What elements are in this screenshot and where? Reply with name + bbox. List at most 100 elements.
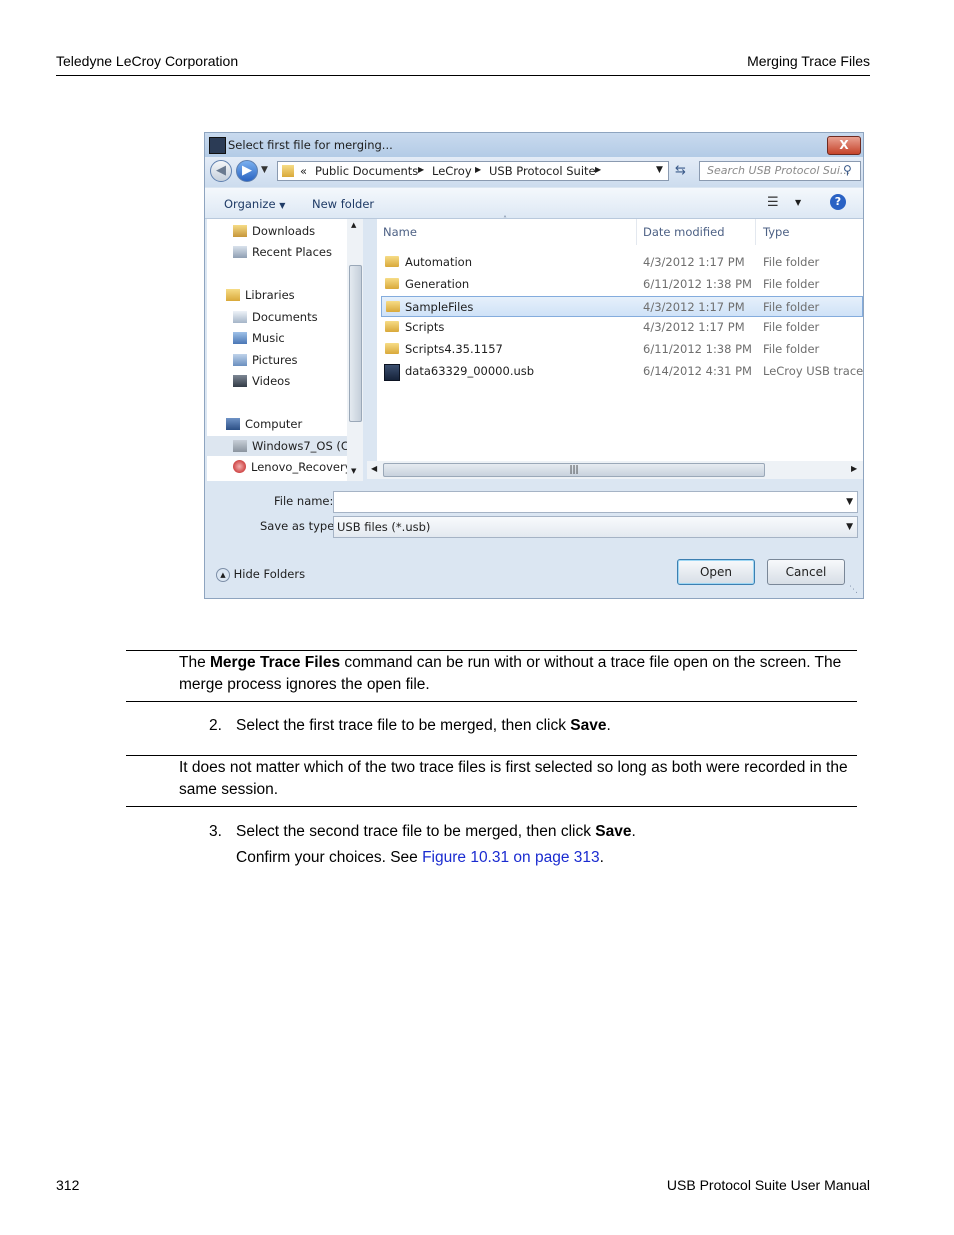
nav-item-label: Computer — [245, 417, 303, 431]
column-header-name[interactable]: Name — [383, 219, 417, 245]
hide-folders-toggle[interactable]: ▲ Hide Folders — [216, 567, 305, 582]
open-button[interactable]: Open — [677, 559, 755, 585]
nav-item-label: Windows7_OS (C: — [252, 439, 353, 453]
nav-item-label: Pictures — [252, 353, 298, 367]
view-dropdown-icon[interactable]: ▼ — [795, 198, 801, 207]
nav-item-pictures[interactable]: Pictures — [233, 350, 298, 370]
folder-icon — [386, 297, 400, 318]
file-date: 6/11/2012 1:38 PM — [643, 277, 752, 291]
note-session: It does not matter which of the two trac… — [179, 759, 848, 798]
step-text-pre: Select the second trace file to be merge… — [236, 823, 596, 840]
nav-item-computer[interactable]: Computer — [226, 414, 302, 434]
nav-vertical-scrollbar[interactable]: ▲ ▼ — [347, 219, 363, 481]
file-row[interactable]: Scripts 4/3/2012 1:17 PM File folder — [377, 317, 863, 338]
scroll-thumb[interactable] — [349, 265, 362, 422]
file-row[interactable]: Scripts4.35.1157 6/11/2012 1:38 PM File … — [377, 339, 863, 360]
file-type: File folder — [763, 320, 820, 334]
step-text-pre: Select the first trace file to be merged… — [236, 717, 571, 734]
file-row[interactable]: Automation 4/3/2012 1:17 PM File folder — [377, 252, 863, 273]
music-icon — [233, 332, 247, 344]
note-text-pre: The — [179, 654, 211, 671]
nav-item-label: Recent Places — [252, 245, 332, 259]
step-bold: Save — [595, 823, 632, 840]
file-list: ˄ Name Date modified Type Automation 4/3… — [377, 215, 863, 461]
breadcrumb-separator-icon: ▶ — [595, 165, 602, 174]
breadcrumb-public-documents[interactable]: Public Documents — [315, 164, 418, 178]
file-name: data63329_00000.usb — [405, 364, 535, 378]
address-dropdown-icon[interactable]: ▼ — [656, 165, 663, 175]
note-command-name: Merge Trace Files — [210, 654, 341, 671]
folder-icon — [385, 252, 399, 273]
app-icon — [209, 137, 226, 154]
chevron-up-icon: ▲ — [216, 568, 230, 582]
column-header-type[interactable]: Type — [763, 219, 789, 245]
nav-item-music[interactable]: Music — [233, 328, 285, 348]
breadcrumb-usb-protocol-suite[interactable]: USB Protocol Suite — [489, 164, 596, 178]
breadcrumb-separator-icon: ▶ — [475, 165, 482, 174]
breadcrumb-lecroy[interactable]: LeCroy — [432, 164, 472, 178]
folder-icon — [385, 317, 399, 338]
file-date: 6/11/2012 1:38 PM — [643, 342, 752, 356]
cancel-button[interactable]: Cancel — [767, 559, 845, 585]
header-rule — [56, 75, 870, 76]
help-icon[interactable]: ? — [830, 194, 846, 210]
step-2: 2. Select the first trace file to be merg… — [209, 715, 859, 737]
scroll-left-icon[interactable]: ◀ — [371, 464, 377, 473]
nav-item-lenovo-recovery[interactable]: Lenovo_Recovery — [233, 457, 352, 477]
file-type: LeCroy USB trace f... — [763, 364, 863, 378]
close-button[interactable]: X — [827, 136, 861, 155]
scroll-up-icon[interactable]: ▲ — [351, 221, 356, 229]
figure-link[interactable]: Figure 10.31 on page 313 — [422, 849, 600, 866]
scroll-down-icon[interactable]: ▼ — [351, 467, 356, 475]
nav-item-label: Downloads — [252, 224, 316, 238]
file-row[interactable]: data63329_00000.usb 6/14/2012 4:31 PM Le… — [377, 361, 863, 382]
nav-item-downloads[interactable]: Downloads — [233, 221, 315, 241]
column-header-date-modified[interactable]: Date modified — [643, 219, 725, 245]
confirm-paragraph: Confirm your choices. See Figure 10.31 o… — [236, 847, 856, 869]
confirm-text-pre: Confirm your choices. See — [236, 849, 423, 866]
step-number: 2. — [209, 717, 222, 734]
nav-item-recent-places[interactable]: Recent Places — [233, 242, 332, 262]
file-row-selected[interactable]: SampleFiles 4/3/2012 1:17 PM File folder — [381, 296, 863, 317]
new-folder-button[interactable]: New folder — [312, 197, 374, 211]
nav-item-libraries[interactable]: Libraries — [226, 285, 295, 305]
organize-button[interactable]: Organize ▼ — [224, 197, 285, 211]
scroll-right-icon[interactable]: ▶ — [851, 464, 857, 473]
search-input[interactable]: Search USB Protocol Sui... — [699, 161, 861, 181]
refresh-icon[interactable]: ⇆ — [675, 163, 686, 178]
breadcrumb-prefix: « — [300, 164, 308, 178]
back-button[interactable]: ◀ — [210, 160, 232, 182]
header-right: Merging Trace Files — [747, 53, 870, 69]
file-list-horizontal-scrollbar[interactable]: ◀ ||| ▶ — [367, 461, 863, 479]
chevron-down-icon[interactable]: ▼ — [846, 492, 853, 512]
column-divider — [755, 219, 756, 245]
forward-button[interactable]: ▶ — [236, 160, 258, 182]
chevron-down-icon: ▼ — [279, 201, 286, 210]
nav-item-windows7-os[interactable]: Windows7_OS (C: — [207, 436, 353, 456]
view-options-icon[interactable]: ☰ — [767, 195, 779, 210]
file-type-value: USB files (*.usb) — [337, 520, 431, 534]
manual-title: USB Protocol Suite User Manual — [666, 1177, 870, 1193]
step-number: 3. — [209, 823, 222, 840]
address-bar[interactable]: « Public Documents ▶ LeCroy ▶ USB Protoc… — [277, 161, 669, 181]
computer-icon — [226, 418, 240, 430]
note-rule-top — [126, 650, 857, 651]
file-type: File folder — [763, 342, 820, 356]
resize-grip-icon[interactable]: ⋱ — [849, 585, 858, 595]
nav-item-videos[interactable]: Videos — [233, 371, 290, 391]
scroll-thumb[interactable]: ||| — [383, 463, 765, 477]
file-name-input[interactable]: ▼ — [333, 491, 858, 513]
chevron-down-icon[interactable]: ▼ — [846, 517, 853, 537]
file-name: Scripts4.35.1157 — [405, 342, 503, 356]
file-name: Scripts — [405, 320, 445, 334]
navigation-pane: Downloads Recent Places Libraries Docume… — [207, 219, 363, 481]
search-icon[interactable]: ⚲ — [843, 163, 852, 177]
file-date: 4/3/2012 1:17 PM — [643, 320, 745, 334]
history-dropdown-icon[interactable]: ▼ — [261, 165, 268, 175]
page-number: 312 — [56, 1177, 80, 1193]
file-type: File folder — [763, 255, 820, 269]
nav-item-documents[interactable]: Documents — [233, 307, 318, 327]
file-row[interactable]: Generation 6/11/2012 1:38 PM File folder — [377, 274, 863, 295]
step-bold: Save — [570, 717, 607, 734]
file-type-select[interactable]: USB files (*.usb) ▼ — [333, 516, 858, 538]
